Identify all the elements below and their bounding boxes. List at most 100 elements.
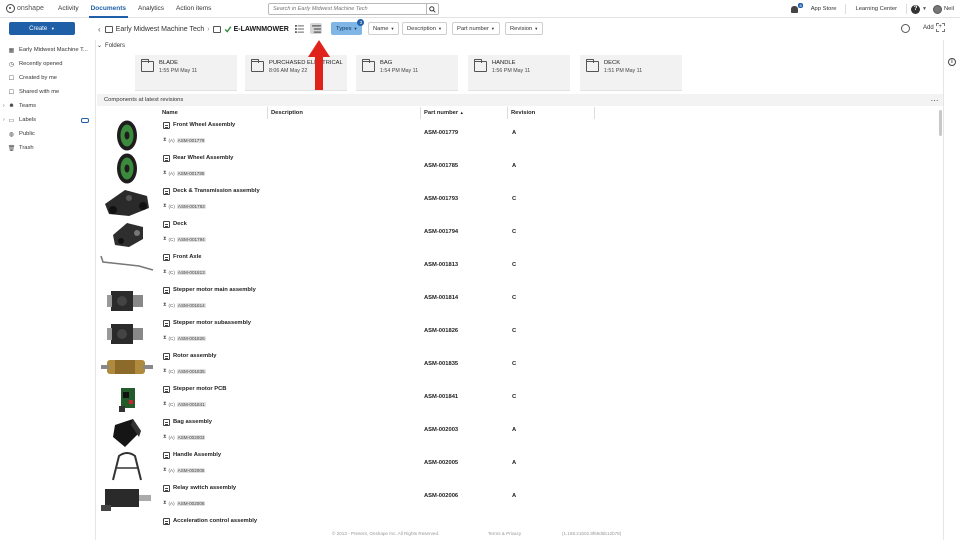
part-thumbnail[interactable] [99,318,155,349]
part-thumbnail[interactable] [99,285,155,316]
part-name[interactable]: Bag assembly [173,419,212,425]
back-chevron-icon[interactable]: ‹ [98,25,101,34]
revision-info: ⧗ (C) ASM-001814 [163,302,206,308]
revision-filter[interactable]: Revision ▼ [505,22,544,35]
name-filter[interactable]: Name ▼ [368,22,400,35]
description-filter[interactable]: Description ▼ [402,22,447,35]
part-name[interactable]: Rotor assembly [173,353,217,359]
chevron-right-icon[interactable]: › [3,103,5,109]
column-header-description[interactable]: Description [269,107,421,119]
part-thumbnail[interactable] [99,417,155,448]
table-row[interactable]: Handle Assembly ⧗ (A) ASM-002005 ASM-002005 A [97,449,937,482]
part-thumbnail[interactable] [99,252,155,283]
sidebar-item-teams[interactable]: › ☻ Teams [0,99,95,113]
folder-card[interactable]: HANDLE 1:56 PM May 11 [468,55,570,91]
part-thumbnail[interactable] [99,120,155,151]
notifications-button[interactable]: 8 [790,3,803,14]
sidebar-item-shared-with-me[interactable]: ☐ Shared with me [0,85,95,99]
part-name[interactable]: Stepper motor main assembly [173,287,256,293]
info-icon[interactable]: i [948,58,956,66]
types-filter[interactable]: Types ▼ 3 [331,19,365,35]
app-store-link[interactable]: App Store [806,6,842,12]
table-row[interactable]: Deck ⧗ (C) ASM-001794 ASM-001794 C [97,218,937,251]
part-number-cell: ASM-001835 [424,361,459,367]
list-view-icon[interactable] [293,23,305,34]
part-thumbnail[interactable] [99,483,155,514]
scrollbar-thumb[interactable] [939,110,942,136]
part-name[interactable]: Front Axle [173,254,201,260]
column-header-name[interactable]: Name [160,107,268,119]
revision-cell: C [512,262,517,268]
component-view-icon[interactable] [310,23,322,34]
manage-labels-icon[interactable] [81,117,89,123]
help-chevron-down-icon[interactable]: ▼ [922,6,927,12]
add-button[interactable]: Add + [923,23,945,32]
part-thumbnail[interactable] [99,153,155,184]
onshape-logo[interactable]: onshape [6,4,52,13]
chevron-right-icon[interactable]: › [3,117,5,123]
breadcrumb-root[interactable]: Early Midwest Machine Tech [116,26,205,33]
folder-card[interactable]: BLADE 1:55 PM May 11 [135,55,237,91]
sidebar-item-trash[interactable]: 🗑︎ Trash [0,141,95,155]
table-row[interactable]: Front Wheel Assembly ⧗ (A) ASM-001779 ASM-00… [97,119,937,152]
part-name[interactable]: Stepper motor subassembly [173,320,251,326]
part-thumbnail[interactable] [99,186,155,217]
folder-card[interactable]: DECK 1:51 PM May 11 [580,55,682,91]
search-input[interactable] [269,4,426,14]
user-name[interactable]: Neil [944,6,954,12]
part-thumbnail[interactable] [99,219,155,250]
part-name[interactable]: Front Wheel Assembly [173,122,235,128]
sidebar-item-created-by-me[interactable]: ☐ Created by me [0,71,95,85]
breadcrumb-current[interactable]: E-LAWNMOWER [234,26,289,33]
column-header-revision[interactable]: Revision [509,107,595,119]
revision-cell: A [512,163,517,169]
table-row[interactable]: Stepper motor PCB ⧗ (C) ASM-001841 ASM-00184… [97,383,937,416]
table-row[interactable]: Acceleration control assembly [97,515,937,527]
sidebar-item-public[interactable]: ◍ Public [0,127,95,141]
folders-toggle[interactable]: ⌄ Folders [97,42,126,50]
sidebar-item-labels[interactable]: › ▭ Labels [0,113,95,127]
revision-tag: (C) [168,269,175,275]
folder-card[interactable]: BAG 1:54 PM May 11 [356,55,458,91]
part-name[interactable]: Relay switch assembly [173,485,236,491]
nav-tab-action-items[interactable]: Action items [170,0,217,18]
part-number-filter[interactable]: Part number ▼ [452,22,500,35]
column-header-part-number[interactable]: Part number ▲ [422,107,508,119]
table-row[interactable]: Rotor assembly ⧗ (C) ASM-001835 ASM-001835 C [97,350,937,383]
table-row[interactable]: Stepper motor main assembly ⧗ (C) ASM-00181… [97,284,937,317]
table-row[interactable]: Rear Wheel Assembly ⧗ (A) ASM-001785 ASM-001… [97,152,937,185]
create-button[interactable]: Create ▼ [9,22,75,35]
nav-tab-activity[interactable]: Activity [52,0,85,18]
help-icon[interactable]: ? [911,4,921,14]
part-thumbnail[interactable] [99,384,155,415]
part-name[interactable]: Rear Wheel Assembly [173,155,233,161]
building-icon: ▦ [8,47,15,54]
history-icon[interactable] [901,24,910,33]
part-name[interactable]: Stepper motor PCB [173,386,226,392]
folder-card[interactable]: PURCHASED ELECTRICAL 8:06 AM May 22 [245,55,347,91]
check-icon [224,25,231,33]
part-thumbnail[interactable] [99,351,155,382]
sidebar-item-company[interactable]: ▦ Early Midwest Machine T... [0,43,95,57]
nav-tab-analytics[interactable]: Analytics [132,0,170,18]
folder-name: DECK [604,60,621,66]
part-name[interactable]: Handle Assembly [173,452,221,458]
part-name[interactable]: Deck & Transmission assembly [173,188,260,194]
folders-heading: Folders [105,42,126,49]
nav-tab-documents[interactable]: Documents [85,0,132,18]
more-options-icon[interactable]: ... [931,94,939,106]
table-row[interactable]: Deck & Transmission assembly ⧗ (C) ASM-0017… [97,185,937,218]
table-row[interactable]: Front Axle ⧗ (C) ASM-001813 ASM-001813 C [97,251,937,284]
footer-terms-link[interactable]: Terms & Privacy [488,531,521,536]
sidebar-item-recently-opened[interactable]: ◷ Recently opened [0,57,95,71]
search-button[interactable] [426,4,438,14]
part-thumbnail[interactable] [99,450,155,481]
table-row[interactable]: Stepper motor subassembly ⧗ (C) ASM-001826 A… [97,317,937,350]
part-name[interactable]: Deck [173,221,187,227]
part-thumbnail[interactable] [99,516,155,527]
part-name[interactable]: Acceleration control assembly [173,518,257,524]
table-row[interactable]: Bag assembly ⧗ (A) ASM-002003 ASM-002003 A [97,416,937,449]
avatar[interactable] [933,4,942,14]
learning-center-link[interactable]: Learning Center [850,6,902,12]
table-row[interactable]: Relay switch assembly ⧗ (A) ASM-002006 ASM-0… [97,482,937,515]
